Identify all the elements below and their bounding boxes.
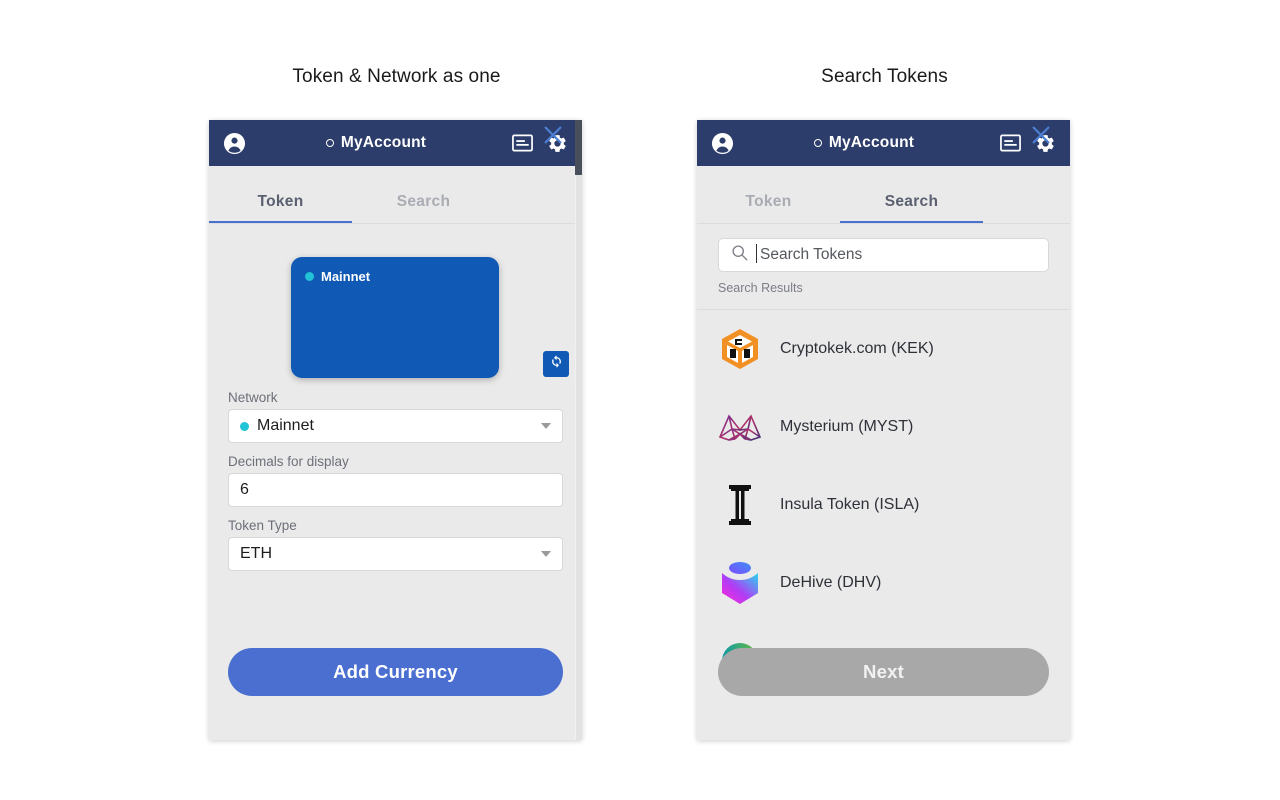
cryptokek-cube-logo-icon — [718, 327, 762, 371]
field-decimals: Decimals for display 6 — [228, 454, 563, 507]
account-name-right: MyAccount — [828, 134, 915, 151]
account-circle-icon[interactable] — [223, 132, 246, 155]
field-label-decimals: Decimals for display — [228, 454, 349, 469]
dehive-hex-logo-icon — [718, 561, 762, 605]
tabbar-right: Token Search — [697, 126, 1070, 224]
list-item[interactable]: Mysterium (MYST) — [697, 388, 1070, 466]
list-item-label: Mysterium (MYST) — [780, 418, 914, 435]
tab-search-right[interactable]: Search — [840, 193, 983, 223]
close-icon[interactable] — [1030, 124, 1052, 146]
insula-column-logo-icon — [718, 483, 762, 527]
decimals-input[interactable]: 6 — [228, 473, 563, 507]
status-dot-teal-icon — [240, 421, 249, 431]
refresh-icon — [549, 354, 564, 374]
network-card-label: Mainnet — [305, 269, 485, 284]
account-title-right: MyAccount — [734, 134, 1000, 152]
decimals-value: 6 — [240, 481, 249, 498]
status-dot-teal-icon — [305, 272, 314, 281]
list-item[interactable]: Insula Token (ISLA) — [697, 466, 1070, 544]
list-item[interactable]: Cryptokek.com (KEK) — [697, 310, 1070, 388]
panel-scrollbar-thumb[interactable] — [575, 120, 582, 175]
tab-token-left[interactable]: Token — [209, 193, 352, 223]
search-placeholder: Search Tokens — [755, 244, 863, 263]
field-label-token-type: Token Type — [228, 518, 297, 533]
search-panel: MyAccount Token Search Search Tokens Sea… — [697, 120, 1070, 740]
search-bar-wrap: Search Tokens — [697, 224, 1070, 272]
chevron-down-icon — [541, 551, 551, 557]
network-card[interactable]: Mainnet — [291, 257, 499, 378]
token-type-select[interactable]: ETH — [228, 537, 563, 571]
tab-token-right[interactable]: Token — [697, 193, 840, 223]
network-select-value: Mainnet — [257, 417, 314, 434]
token-panel: MyAccount Token Search Mainnet Network M… — [209, 120, 582, 740]
panel-scrollbar-thumb-light[interactable] — [576, 120, 582, 740]
search-body: Search Tokens Search Results Cryptokek.c… — [697, 224, 1070, 740]
field-token-type: Token Type ETH — [228, 518, 563, 571]
panel-scrollbar-track[interactable] — [575, 120, 582, 740]
chevron-down-icon — [541, 423, 551, 429]
add-currency-button[interactable]: Add Currency — [228, 648, 563, 696]
account-circle-icon[interactable] — [711, 132, 734, 155]
list-item-label: DeHive (DHV) — [780, 574, 882, 591]
network-ring-icon — [813, 139, 822, 147]
network-select[interactable]: Mainnet — [228, 409, 563, 443]
search-icon — [731, 244, 748, 266]
list-item[interactable]: DeHive (DHV) — [697, 544, 1070, 622]
card-icon[interactable] — [1000, 134, 1021, 152]
token-form-body: Mainnet Network Mainnet Decimals for dis… — [209, 224, 582, 740]
account-title-left: MyAccount — [246, 134, 512, 152]
search-input[interactable]: Search Tokens — [718, 238, 1049, 272]
search-results-label: Search Results — [718, 281, 803, 295]
token-fields: Network Mainnet Decimals for display 6 T… — [228, 390, 563, 582]
list-item-label: Insula Token (ISLA) — [780, 496, 920, 513]
field-network: Network Mainnet — [228, 390, 563, 443]
left-panel-caption: Token & Network as one — [292, 66, 501, 87]
refresh-button[interactable] — [543, 351, 569, 377]
card-icon[interactable] — [512, 134, 533, 152]
token-type-value: ETH — [240, 545, 272, 562]
mysterium-m-logo-icon — [718, 405, 762, 449]
tabbar-left: Token Search — [209, 126, 582, 224]
close-icon[interactable] — [542, 124, 564, 146]
right-panel-caption: Search Tokens — [821, 66, 948, 87]
field-label-network: Network — [228, 390, 278, 405]
account-name-left: MyAccount — [340, 134, 427, 151]
network-card-name: Mainnet — [321, 269, 371, 284]
list-item-label: Cryptokek.com (KEK) — [780, 340, 934, 357]
network-ring-icon — [325, 139, 334, 147]
tab-search-left[interactable]: Search — [352, 193, 495, 223]
app-header-right: MyAccount — [697, 120, 1070, 166]
next-button[interactable]: Next — [718, 648, 1049, 696]
app-header-left: MyAccount — [209, 120, 582, 166]
